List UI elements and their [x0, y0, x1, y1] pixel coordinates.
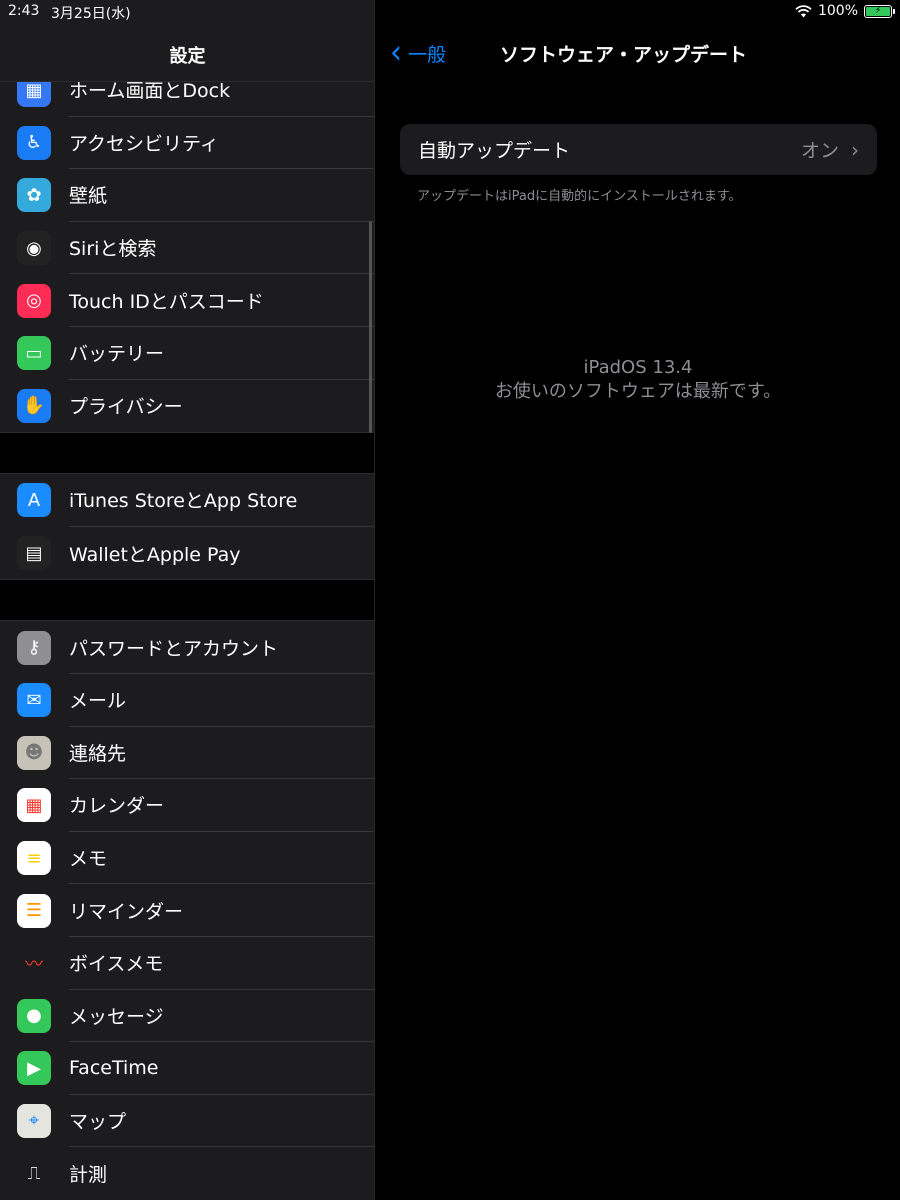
sidebar-item-label: 壁紙 [69, 169, 374, 222]
settings-group: ▦ ホーム画面とDock ♿ アクセシビリティ ✿ 壁紙 ◉ Siriと検索 ◎ Touch ID… [0, 64, 374, 433]
sidebar-item-voice-memo[interactable]: 〰ボイスメモ [0, 937, 374, 990]
battery-percent: 100% [817, 3, 858, 19]
sidebar-item-label: パスワードとアカウント [69, 621, 374, 674]
sidebar-item-notes[interactable]: ≡ メモ [0, 832, 374, 885]
sidebar-item-label: Siriと検索 [69, 222, 374, 275]
sidebar-item-label: WalletとApple Pay [69, 543, 241, 566]
sidebar-item-label: アクセシビリティ [69, 117, 374, 170]
page-title: ソフトウェア・アップデート [500, 44, 748, 66]
sidebar-item-mail[interactable]: ✉ メール [0, 674, 374, 727]
sidebar-item-label: マップ [69, 1095, 374, 1148]
contacts-icon: ☻ [17, 735, 51, 770]
sidebar-item-label: プライバシー [69, 396, 183, 419]
sidebar-item-wallpaper[interactable]: ✿ 壁紙 [0, 169, 374, 222]
auto-update-row[interactable]: 自動アップデート オン › [400, 124, 877, 175]
sidebar-item-calendar[interactable]: ▦ カレンダー [0, 779, 374, 832]
sidebar-item-label: メモ [69, 832, 374, 885]
auto-update-footnote: アップデートはiPadに自動的にインストールされます。 [417, 189, 742, 204]
mail-icon: ✉ [17, 683, 51, 718]
facetime-icon: ▶ [17, 1051, 51, 1086]
sidebar-item-label: メール [69, 674, 374, 727]
voice-memo-icon: 〰 [17, 946, 51, 981]
key-icon: ⚷ [17, 630, 51, 665]
siri-icon: ◉ [17, 231, 51, 266]
messages-icon: ● [17, 998, 51, 1033]
sidebar-item-app-store[interactable]: AiTunes StoreとApp Store [0, 474, 374, 527]
sidebar-item-label: FaceTime [69, 1042, 374, 1095]
sidebar-item-siri[interactable]: ◉ Siriと検索 [0, 222, 374, 275]
reminders-icon: ☰ [17, 893, 51, 928]
sidebar-scrollbar[interactable] [369, 221, 372, 433]
up-to-date-message: お使いのソフトウェアは最新です。 [494, 381, 782, 402]
auto-update-label: 自動アップデート [418, 140, 571, 162]
sidebar-item-messages[interactable]: ● メッセージ [0, 990, 374, 1043]
sidebar-item-contacts[interactable]: ☻ 連絡先 [0, 727, 374, 780]
settings-group: ⚷ パスワードとアカウント ✉ メール ☻ 連絡先 ▦ カレンダー ≡ メモ ☰ リマインダー〰ボイス… [0, 621, 374, 1200]
measure-icon: ⎍ [17, 1156, 51, 1191]
sidebar-item-label: ボイスメモ [69, 937, 374, 990]
notes-icon: ≡ [17, 841, 51, 876]
sidebar-item-facetime[interactable]: ▶ FaceTime [0, 1042, 374, 1095]
chevron-left-icon: ‹ [390, 33, 402, 72]
sidebar-item-label: Touch IDとパスコード [69, 274, 374, 327]
accessibility-icon: ♿ [17, 125, 51, 160]
sidebar-item-label: バッテリー [69, 327, 374, 380]
wallpaper-icon: ✿ [17, 178, 51, 213]
sidebar-item-wallet[interactable]: ▤ WalletとApple Pay [0, 527, 374, 580]
settings-group: AiTunes StoreとApp Store ▤ WalletとApple Pay [0, 474, 374, 580]
auto-update-value: オン [800, 140, 839, 162]
section-gap [0, 432, 374, 475]
battery-charging-icon: ⚡ [864, 4, 895, 18]
sidebar-item-label: カレンダー [69, 779, 374, 832]
sidebar-item-touch-id[interactable]: ◎ Touch IDとパスコード [0, 274, 374, 327]
back-label: 一般 [408, 43, 447, 66]
os-version: iPadOS 13.4 [583, 357, 693, 378]
battery-icon: ▭ [17, 336, 51, 371]
sidebar-title: 設定 [169, 46, 206, 67]
privacy-hand-icon: ✋ [17, 388, 51, 423]
status-time: 2:43 [8, 3, 40, 19]
app-store-icon: A [17, 483, 51, 518]
settings-list[interactable]: ▦ ホーム画面とDock ♿ アクセシビリティ ✿ 壁紙 ◉ Siriと検索 ◎ Touch ID… [0, 64, 374, 1200]
sidebar-item-label: 連絡先 [69, 727, 374, 780]
sidebar-item-privacy-hand[interactable]: ✋ プライバシー [0, 380, 374, 433]
chevron-right-icon: › [851, 137, 859, 162]
sidebar-item-label: iTunes StoreとApp Store [69, 474, 374, 527]
wallet-icon: ▤ [17, 536, 51, 571]
section-gap [0, 579, 374, 622]
sidebar-item-accessibility[interactable]: ♿ アクセシビリティ [0, 117, 374, 170]
maps-icon: ⌖ [17, 1103, 51, 1138]
sidebar-item-maps[interactable]: ⌖ マップ [0, 1095, 374, 1148]
sidebar-item-label: メッセージ [69, 990, 374, 1043]
sidebar-item-battery[interactable]: ▭ バッテリー [0, 327, 374, 380]
sidebar-item-label: リマインダー [69, 884, 374, 937]
software-update-pane: ‹ 一般 ソフトウェア・アップデート 自動アップデート オン › アップデートは… [376, 0, 900, 1200]
sidebar-item-measure[interactable]: ⎍ 計測 [0, 1147, 374, 1200]
version-info: iPadOS 13.4 お使いのソフトウェアは最新です。 [376, 356, 900, 404]
touch-id-icon: ◎ [17, 283, 51, 318]
calendar-icon: ▦ [17, 788, 51, 823]
sidebar-item-label: 計測 [69, 1164, 108, 1187]
wifi-icon [795, 4, 812, 17]
sidebar-item-reminders[interactable]: ☰ リマインダー [0, 884, 374, 937]
status-right: 100% ⚡ [795, 3, 895, 19]
settings-sidebar: ▦ ホーム画面とDock ♿ アクセシビリティ ✿ 壁紙 ◉ Siriと検索 ◎ Touch ID… [0, 0, 375, 1200]
status-date: 3月25日(水) [51, 6, 131, 22]
sidebar-item-key[interactable]: ⚷ パスワードとアカウント [0, 621, 374, 674]
back-button[interactable]: ‹ 一般 [390, 33, 447, 72]
status-bar: 2:43 3月25日(水) 100% ⚡ [0, 0, 900, 24]
